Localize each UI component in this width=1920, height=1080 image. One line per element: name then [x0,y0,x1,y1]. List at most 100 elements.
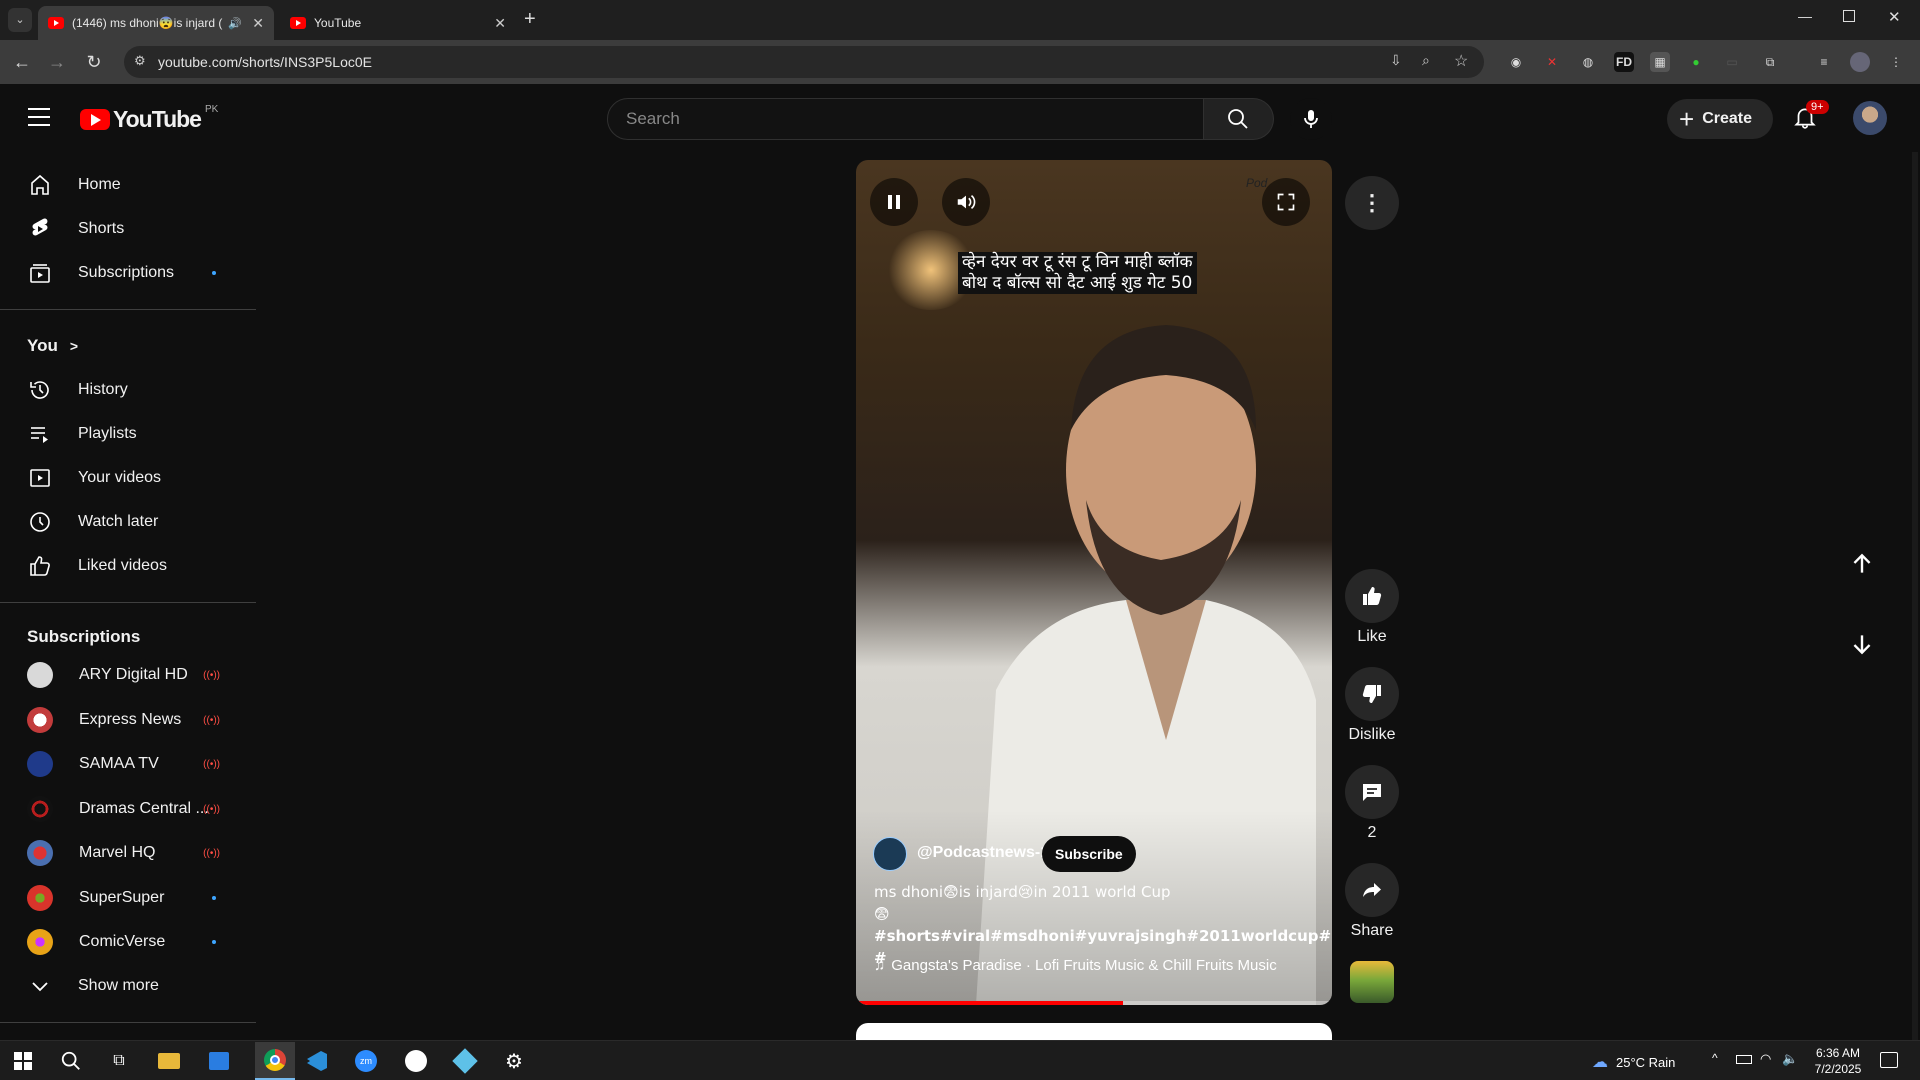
page-scrollbar[interactable] [1912,152,1918,1040]
notification-center-icon[interactable] [1880,1052,1898,1068]
sidebar-item-playlists[interactable]: Playlists [12,414,244,454]
voice-search-button[interactable] [1290,98,1332,140]
audio-playing-icon[interactable]: 🔊 [228,17,242,30]
media-control-icon[interactable]: ≡ [1814,52,1834,72]
create-button[interactable]: + Create [1667,99,1773,139]
previous-short-button[interactable] [1838,540,1886,588]
weather-widget[interactable]: ☁ 25°C Rain [1592,1052,1675,1072]
tab-shorts-video[interactable]: (1446) ms dhoni😨is injard ( 🔊 ✕ [38,6,274,40]
sidebar-item-shorts[interactable]: Shorts [12,209,244,249]
new-tab-button[interactable]: + [524,8,536,31]
extension-globe-icon[interactable]: ◍ [1578,52,1598,72]
comments-button[interactable] [1345,765,1399,819]
share-button[interactable] [1345,863,1399,917]
shorts-video-player[interactable]: व्हेन देयर वर टू रंस टू विन माही ब्लॉक ब… [856,160,1332,1005]
chrome-icon[interactable] [255,1042,295,1080]
dislike-button[interactable] [1345,667,1399,721]
channel-avatar[interactable] [873,837,907,871]
app-drop-icon[interactable] [403,1049,429,1073]
zoom-icon[interactable]: ⌕ [1422,52,1430,69]
show-hidden-icons-chevron-icon[interactable]: ^ [1712,1051,1718,1065]
next-short-preview[interactable] [856,1023,1332,1040]
sidebar-item-subscriptions[interactable]: Subscriptions [12,253,244,293]
browser-menu-icon[interactable]: ⋮ [1886,52,1906,72]
reload-button[interactable]: ↻ [82,50,106,74]
microsoft-store-icon[interactable] [206,1049,232,1073]
hamburger-menu-icon[interactable] [28,108,50,126]
music-info[interactable]: ♫ Gangsta's Paradise · Lofi Fruits Music… [874,957,1277,974]
search-icon [1228,109,1248,129]
extension-glasses-icon[interactable]: ◉ [1506,52,1526,72]
sidebar-subscription-marvel-hq[interactable]: Marvel HQ ((•)) [12,833,244,873]
sidebar-item-watch-later[interactable]: Watch later [12,502,244,542]
profile-avatar-icon[interactable] [1850,52,1870,72]
file-explorer-icon[interactable] [156,1049,182,1073]
sidebar-subscription-express-news[interactable]: Express News ((•)) [12,700,244,740]
you-section-header[interactable]: You > [27,336,78,356]
bookmark-star-icon[interactable]: ☆ [1454,51,1468,71]
speaker-icon[interactable]: 🔈 [1782,1051,1798,1067]
more-options-button[interactable]: ⋮ [1345,176,1399,230]
extensions-puzzle-icon[interactable]: ⧉ [1760,52,1780,72]
minimize-button[interactable]: — [1798,8,1812,24]
sidebar-item-label: SuperSuper [79,889,165,906]
clock[interactable]: 6:36 AM 7/2/2025 [1808,1045,1868,1077]
address-bar[interactable]: ⚙ youtube.com/shorts/INS3P5Loc0E ⇩ ⌕ ☆ [124,46,1484,78]
notifications-button[interactable]: 9+ [1792,100,1829,132]
task-view-icon[interactable]: ⧉ [106,1049,132,1073]
close-window-button[interactable]: ✕ [1888,8,1901,26]
subscribe-button[interactable]: Subscribe [1042,836,1136,872]
url-text: youtube.com/shorts/INS3P5Loc0E [158,54,373,70]
extension-x-icon[interactable]: ✕ [1542,52,1562,72]
site-info-icon[interactable]: ⚙ [134,53,146,69]
taskbar-search-icon[interactable] [58,1049,84,1073]
sidebar-item-your-videos[interactable]: Your videos [12,458,244,498]
tab-youtube[interactable]: YouTube ✕ [280,6,516,40]
close-tab-icon[interactable]: ✕ [494,15,506,32]
sidebar-subscription-dramas-central[interactable]: Dramas Central ... ((•)) [12,789,244,829]
extension-fd-icon[interactable]: FD [1614,52,1634,72]
next-short-button[interactable] [1838,620,1886,668]
forward-button[interactable]: → [45,50,69,74]
volume-button[interactable] [942,178,990,226]
progress-track[interactable] [856,1001,1332,1005]
sidebar-subscription-samaa-tv[interactable]: SAMAA TV ((•)) [12,744,244,784]
extension-dim-icon[interactable]: ▭ [1722,52,1742,72]
app-diamond-icon[interactable] [452,1048,478,1074]
search-button[interactable] [1204,98,1274,140]
youtube-logo[interactable]: YouTube PK [80,104,218,133]
search-input[interactable] [608,99,1203,139]
sidebar-subscription-supersuper[interactable]: SuperSuper [12,878,244,918]
battery-icon[interactable] [1736,1055,1752,1064]
settings-gear-icon[interactable]: ⚙ [501,1049,527,1073]
sidebar-item-liked-videos[interactable]: Liked videos [12,546,244,586]
sidebar-item-home[interactable]: Home [12,165,244,205]
wifi-icon[interactable]: ◠ [1760,1051,1771,1067]
zoom-app-icon[interactable]: zm [353,1049,379,1073]
music-note-icon: ♫ [874,957,886,974]
weather-text: 25°C Rain [1616,1054,1676,1070]
restore-button[interactable] [1843,10,1855,22]
sidebar-subscription-comicverse[interactable]: ComicVerse [12,922,244,962]
like-button[interactable] [1345,569,1399,623]
shorts-icon [28,217,52,241]
sidebar-show-more[interactable]: Show more [12,966,244,1006]
windows-taskbar: ⧉ zm ⚙ ☁ 25°C Rain ^ ◠ 🔈 6:36 AM 7/2/202… [0,1040,1920,1080]
sidebar-subscription-ary-digital-hd[interactable]: ARY Digital HD ((•)) [12,655,244,695]
close-tab-icon[interactable]: ✕ [252,15,264,32]
vscode-icon[interactable] [304,1049,330,1073]
sidebar-item-history[interactable]: History [12,370,244,410]
windows-start-icon[interactable] [10,1049,36,1073]
pause-button[interactable] [870,178,918,226]
extension-badge-icon[interactable]: ▦ [1650,52,1670,72]
install-app-icon[interactable]: ⇩ [1390,52,1402,69]
audio-track-thumbnail[interactable] [1350,961,1394,1003]
subscriptions-heading: Subscriptions [27,627,141,646]
back-button[interactable]: ← [10,50,34,74]
extension-green-icon[interactable]: ● [1686,52,1706,72]
video-title[interactable]: ms dhoni😨is injard😢in 2011 world Cup 😨#s… [874,881,1332,969]
account-avatar[interactable] [1853,101,1887,135]
fullscreen-button[interactable] [1262,178,1310,226]
tab-search-dropdown[interactable]: ⌄ [8,8,32,32]
channel-name[interactable]: @Podcastnews-1 [917,844,1049,862]
